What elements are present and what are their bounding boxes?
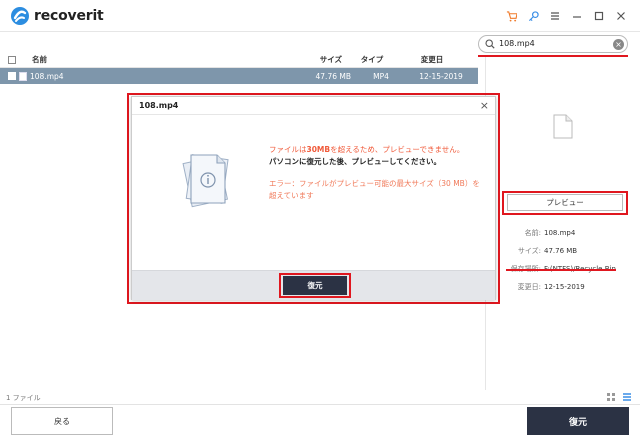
clear-search-icon[interactable]: × [613,39,624,50]
title-bar: recoverit [0,0,640,32]
search-input[interactable]: 108.mp4 × [478,35,628,53]
recoverit-logo-icon [11,7,29,25]
close-icon[interactable]: × [480,99,489,112]
preview-button[interactable]: プレビュー [507,194,623,211]
app-logo: recoverit [10,6,104,26]
file-name: 108.mp4 [30,71,64,81]
meta-date-row: 変更日: 12-15-2019 [500,278,616,296]
header-type[interactable]: タイプ [342,54,402,65]
file-count: 1 ファイル [6,394,41,402]
select-all-checkbox[interactable] [8,55,16,64]
grid-view-icon[interactable] [606,392,616,402]
minimize-icon[interactable] [566,8,588,24]
header-date[interactable]: 変更日 [402,54,462,65]
document-icon [553,114,573,139]
dialog-footer: 復元 [132,270,495,300]
meta-key: サイズ: [517,247,541,255]
dialog-title: 108.mp4 [139,101,179,110]
search-icon [485,39,495,49]
app-name: recoverit [34,8,104,24]
back-button[interactable]: 戻る [11,407,113,435]
meta-size-row: サイズ: 47.76 MB [500,242,616,260]
close-window-icon[interactable] [610,8,632,24]
dialog-recover-button[interactable]: 復元 [283,276,347,295]
file-info-illustration-icon [182,154,229,208]
preview-error-dialog: 108.mp4 × ファイルは30MBを超えるため、プレビューできません。 パソ… [131,96,496,300]
cart-icon[interactable] [500,8,522,24]
file-table: 名前 サイズ タイプ 変更日 108.mp4 47.76 MB MP4 12-1… [0,52,478,84]
recover-first-message: パソコンに復元した後、プレビューしてください。 [269,157,442,166]
location-highlight [506,269,616,271]
meta-name-row: 名前: 108.mp4 [500,224,616,242]
file-type: MP4 [373,71,389,81]
row-checkbox[interactable] [8,72,16,80]
table-header: 名前 サイズ タイプ 変更日 [0,52,478,68]
file-date: 12-15-2019 [419,71,463,81]
file-metadata: 名前: 108.mp4 サイズ: 47.76 MB 保存場所: F:(NTFS)… [500,224,616,296]
dialog-header: 108.mp4 × [132,97,495,115]
meta-key: 名前: [524,229,541,237]
status-bar: 1 ファイル [0,390,640,404]
maximize-icon[interactable] [588,8,610,24]
menu-icon[interactable] [544,8,566,24]
list-view-icon[interactable] [622,392,632,402]
header-size[interactable]: サイズ [294,54,342,65]
search-highlight [478,55,628,57]
meta-key: 変更日: [517,283,541,291]
file-icon [19,71,27,81]
header-name[interactable]: 名前 [32,54,294,65]
footer-bar: 戻る 復元 [0,404,640,438]
search-value: 108.mp4 [499,39,535,48]
size-limit-message: ファイルは30MBを超えるため、プレビューできません。 [269,145,465,154]
meta-value: 47.76 MB [544,247,578,255]
meta-value: 108.mp4 [544,229,576,237]
file-size: 47.76 MB [315,71,351,81]
key-icon[interactable] [522,8,544,24]
error-message: エラー：ファイルがプレビュー可能の最大サイズ（30 MB）を超えています [269,179,480,200]
table-row[interactable]: 108.mp4 47.76 MB MP4 12-15-2019 [0,68,478,84]
recover-button[interactable]: 復元 [527,407,629,435]
dialog-body: ファイルは30MBを超えるため、プレビューできません。 パソコンに復元した後、プ… [132,115,495,270]
meta-value: 12-15-2019 [544,283,585,291]
dialog-message: ファイルは30MBを超えるため、プレビューできません。 パソコンに復元した後、プ… [269,144,484,202]
